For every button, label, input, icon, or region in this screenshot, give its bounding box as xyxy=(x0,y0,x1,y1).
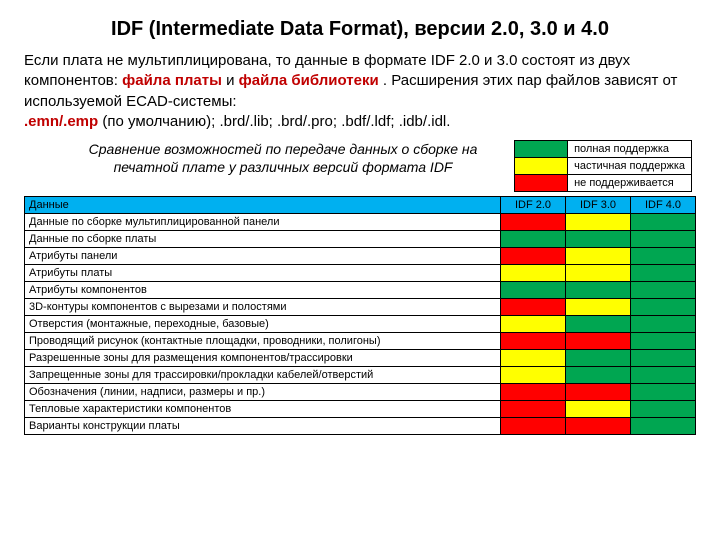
legend-label-partial: частичная поддержка xyxy=(568,158,692,175)
support-cell xyxy=(566,384,631,401)
support-cell xyxy=(501,214,566,231)
row-label: 3D-контуры компонентов с вырезами и поло… xyxy=(25,299,501,316)
support-cell xyxy=(631,265,696,282)
support-cell xyxy=(631,418,696,435)
support-cell xyxy=(501,265,566,282)
support-cell xyxy=(566,316,631,333)
table-row: Отверстия (монтажные, переходные, базовы… xyxy=(25,316,696,333)
page-title: IDF (Intermediate Data Format), версии 2… xyxy=(24,18,696,41)
support-cell xyxy=(566,418,631,435)
table-row: Данные по сборке платы xyxy=(25,231,696,248)
support-cell xyxy=(566,282,631,299)
table-row: 3D-контуры компонентов с вырезами и поло… xyxy=(25,299,696,316)
support-cell xyxy=(631,214,696,231)
extensions-default: .emn/.emp xyxy=(24,113,98,130)
table-row: Атрибуты компонентов xyxy=(25,282,696,299)
table-row: Данные по сборке мультиплицированной пан… xyxy=(25,214,696,231)
table-row: Тепловые характеристики компонентов xyxy=(25,401,696,418)
legend-label-none: не поддерживается xyxy=(568,175,692,192)
legend-table: полная поддержка частичная поддержка не … xyxy=(514,140,692,192)
support-cell xyxy=(631,282,696,299)
support-cell xyxy=(631,316,696,333)
legend-label-full: полная поддержка xyxy=(568,141,692,158)
support-cell xyxy=(566,350,631,367)
table-row: Варианты конструкции платы xyxy=(25,418,696,435)
legend-swatch-full xyxy=(515,141,568,158)
support-cell xyxy=(631,401,696,418)
support-cell xyxy=(631,367,696,384)
row-label: Проводящий рисунок (контактные площадки,… xyxy=(25,333,501,350)
row-label: Разрешенные зоны для размещения компонен… xyxy=(25,350,501,367)
support-cell xyxy=(566,265,631,282)
row-label: Варианты конструкции платы xyxy=(25,418,501,435)
table-row: Атрибуты платы xyxy=(25,265,696,282)
support-cell xyxy=(631,299,696,316)
support-cell xyxy=(631,333,696,350)
legend-swatch-none xyxy=(515,175,568,192)
row-label: Данные по сборке платы xyxy=(25,231,501,248)
col-header-idf40: IDF 4.0 xyxy=(631,197,696,214)
table-row: Разрешенные зоны для размещения компонен… xyxy=(25,350,696,367)
support-cell xyxy=(501,248,566,265)
row-label: Атрибуты компонентов xyxy=(25,282,501,299)
row-label: Атрибуты платы xyxy=(25,265,501,282)
support-cell xyxy=(566,231,631,248)
support-cell xyxy=(501,333,566,350)
support-cell xyxy=(566,401,631,418)
row-label: Атрибуты панели xyxy=(25,248,501,265)
table-header-row: Данные IDF 2.0 IDF 3.0 IDF 4.0 xyxy=(25,197,696,214)
row-label: Данные по сборке мультиплицированной пан… xyxy=(25,214,501,231)
support-cell xyxy=(566,333,631,350)
support-cell xyxy=(501,316,566,333)
table-row: Обозначения (линии, надписи, размеры и п… xyxy=(25,384,696,401)
row-label: Отверстия (монтажные, переходные, базовы… xyxy=(25,316,501,333)
col-header-idf20: IDF 2.0 xyxy=(501,197,566,214)
support-cell xyxy=(501,282,566,299)
support-cell xyxy=(501,401,566,418)
extensions-rest: (по умолчанию); .brd/.lib; .brd/.pro; .b… xyxy=(102,113,450,130)
row-label: Тепловые характеристики компонентов xyxy=(25,401,501,418)
support-cell xyxy=(631,231,696,248)
text: и xyxy=(226,72,239,89)
table-row: Проводящий рисунок (контактные площадки,… xyxy=(25,333,696,350)
intro-paragraph: Если плата не мультиплицирована, то данн… xyxy=(24,51,696,132)
legend-swatch-partial xyxy=(515,158,568,175)
support-cell xyxy=(501,418,566,435)
support-cell xyxy=(631,248,696,265)
support-cell xyxy=(631,350,696,367)
support-cell xyxy=(501,350,566,367)
table-row: Атрибуты панели xyxy=(25,248,696,265)
support-cell xyxy=(566,299,631,316)
highlight-library-file: файла библиотеки xyxy=(239,72,379,89)
col-header-data: Данные xyxy=(25,197,501,214)
row-label: Обозначения (линии, надписи, размеры и п… xyxy=(25,384,501,401)
row-label: Запрещенные зоны для трассировки/проклад… xyxy=(25,367,501,384)
support-cell xyxy=(566,367,631,384)
support-cell xyxy=(501,231,566,248)
table-caption: Сравнение возможностей по передаче данны… xyxy=(24,140,514,176)
support-cell xyxy=(566,214,631,231)
support-cell xyxy=(501,299,566,316)
col-header-idf30: IDF 3.0 xyxy=(566,197,631,214)
support-cell xyxy=(501,384,566,401)
comparison-table: Данные IDF 2.0 IDF 3.0 IDF 4.0 Данные по… xyxy=(24,196,696,435)
support-cell xyxy=(631,384,696,401)
table-row: Запрещенные зоны для трассировки/проклад… xyxy=(25,367,696,384)
highlight-board-file: файла платы xyxy=(122,72,222,89)
support-cell xyxy=(566,248,631,265)
support-cell xyxy=(501,367,566,384)
